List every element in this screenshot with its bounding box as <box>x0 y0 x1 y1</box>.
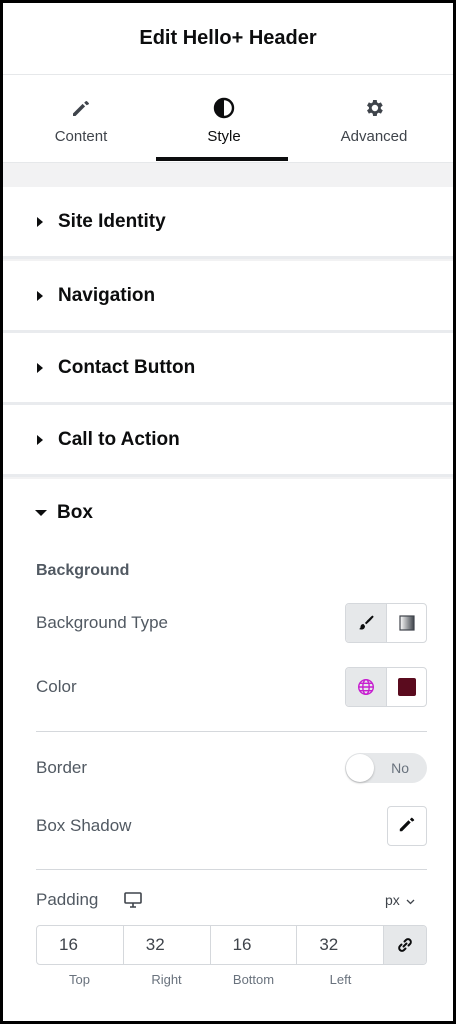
color-swatch-fill <box>397 678 416 696</box>
panel-header: Edit Hello+ Header <box>3 3 453 75</box>
box-shadow-edit-button[interactable] <box>387 806 427 846</box>
padding-inputs: 16 32 16 32 <box>36 925 427 965</box>
divider <box>36 869 427 870</box>
section-box: Box Background Background Type Color Bor… <box>3 479 453 1021</box>
padding-labels: Top Right Bottom Left <box>36 972 385 987</box>
padding-right-input[interactable]: 32 <box>124 926 211 964</box>
padding-right-label: Right <box>151 972 182 987</box>
background-heading: Background <box>36 562 130 579</box>
color-control <box>345 667 427 707</box>
caret-right-icon <box>37 216 43 227</box>
desktop-icon[interactable] <box>124 892 142 913</box>
gradient-icon[interactable] <box>386 604 426 642</box>
background-type-control <box>345 603 427 643</box>
box-shadow-label: Box Shadow <box>36 816 132 835</box>
caret-right-icon <box>37 434 43 445</box>
padding-bottom-input[interactable]: 16 <box>211 926 298 964</box>
color-label: Color <box>36 677 77 696</box>
unit-value: px <box>385 892 400 908</box>
brush-icon[interactable] <box>346 604 386 642</box>
section-call-to-action[interactable]: Call to Action <box>3 405 453 477</box>
padding-label: Padding <box>36 890 99 909</box>
caret-right-icon <box>37 290 43 301</box>
border-toggle[interactable]: No <box>345 753 427 783</box>
toggle-label: No <box>391 760 409 776</box>
padding-bottom-label: Bottom <box>232 972 275 987</box>
border-label: Border <box>36 758 88 777</box>
tab-advanced[interactable]: Advanced <box>299 75 449 163</box>
globe-icon[interactable] <box>346 668 386 706</box>
section-title: Call to Action <box>58 428 180 450</box>
section-navigation[interactable]: Navigation <box>3 261 453 333</box>
section-box-header[interactable]: Box <box>3 479 453 547</box>
section-title: Site Identity <box>58 210 166 232</box>
tab-label: Advanced <box>340 128 408 145</box>
link-icon[interactable] <box>384 926 426 964</box>
tab-style[interactable]: Style <box>149 75 299 163</box>
padding-left-input[interactable]: 32 <box>297 926 385 964</box>
panel-tabs: Content Style Advanced <box>3 75 453 163</box>
section-contact-button[interactable]: Contact Button <box>3 333 453 405</box>
caret-right-icon <box>37 362 43 373</box>
section-title: Contact Button <box>58 356 196 378</box>
editor-panel: Edit Hello+ Header Content Style Advance… <box>0 0 456 1024</box>
tab-label: Content <box>54 128 108 145</box>
tab-content[interactable]: Content <box>6 75 156 163</box>
toggle-knob <box>346 754 374 782</box>
section-site-identity[interactable]: Site Identity <box>3 187 453 259</box>
unit-select[interactable]: px <box>385 892 415 908</box>
divider <box>36 731 427 732</box>
background-type-label: Background Type <box>36 613 168 632</box>
half-circle-icon <box>213 97 235 119</box>
chevron-down-icon <box>406 892 415 908</box>
section-title: Box <box>57 502 93 523</box>
section-title: Navigation <box>58 284 156 306</box>
color-swatch[interactable] <box>386 668 426 706</box>
caret-down-icon <box>35 510 47 516</box>
padding-top-label: Top <box>69 972 90 987</box>
gear-icon <box>363 97 385 119</box>
active-tab-indicator <box>156 157 288 161</box>
padding-left-label: Left <box>329 972 352 987</box>
tab-label: Style <box>207 128 241 145</box>
padding-top-input[interactable]: 16 <box>37 926 124 964</box>
pencil-icon <box>70 97 92 119</box>
pencil-icon <box>398 815 416 838</box>
panel-title: Edit Hello+ Header <box>139 27 317 49</box>
